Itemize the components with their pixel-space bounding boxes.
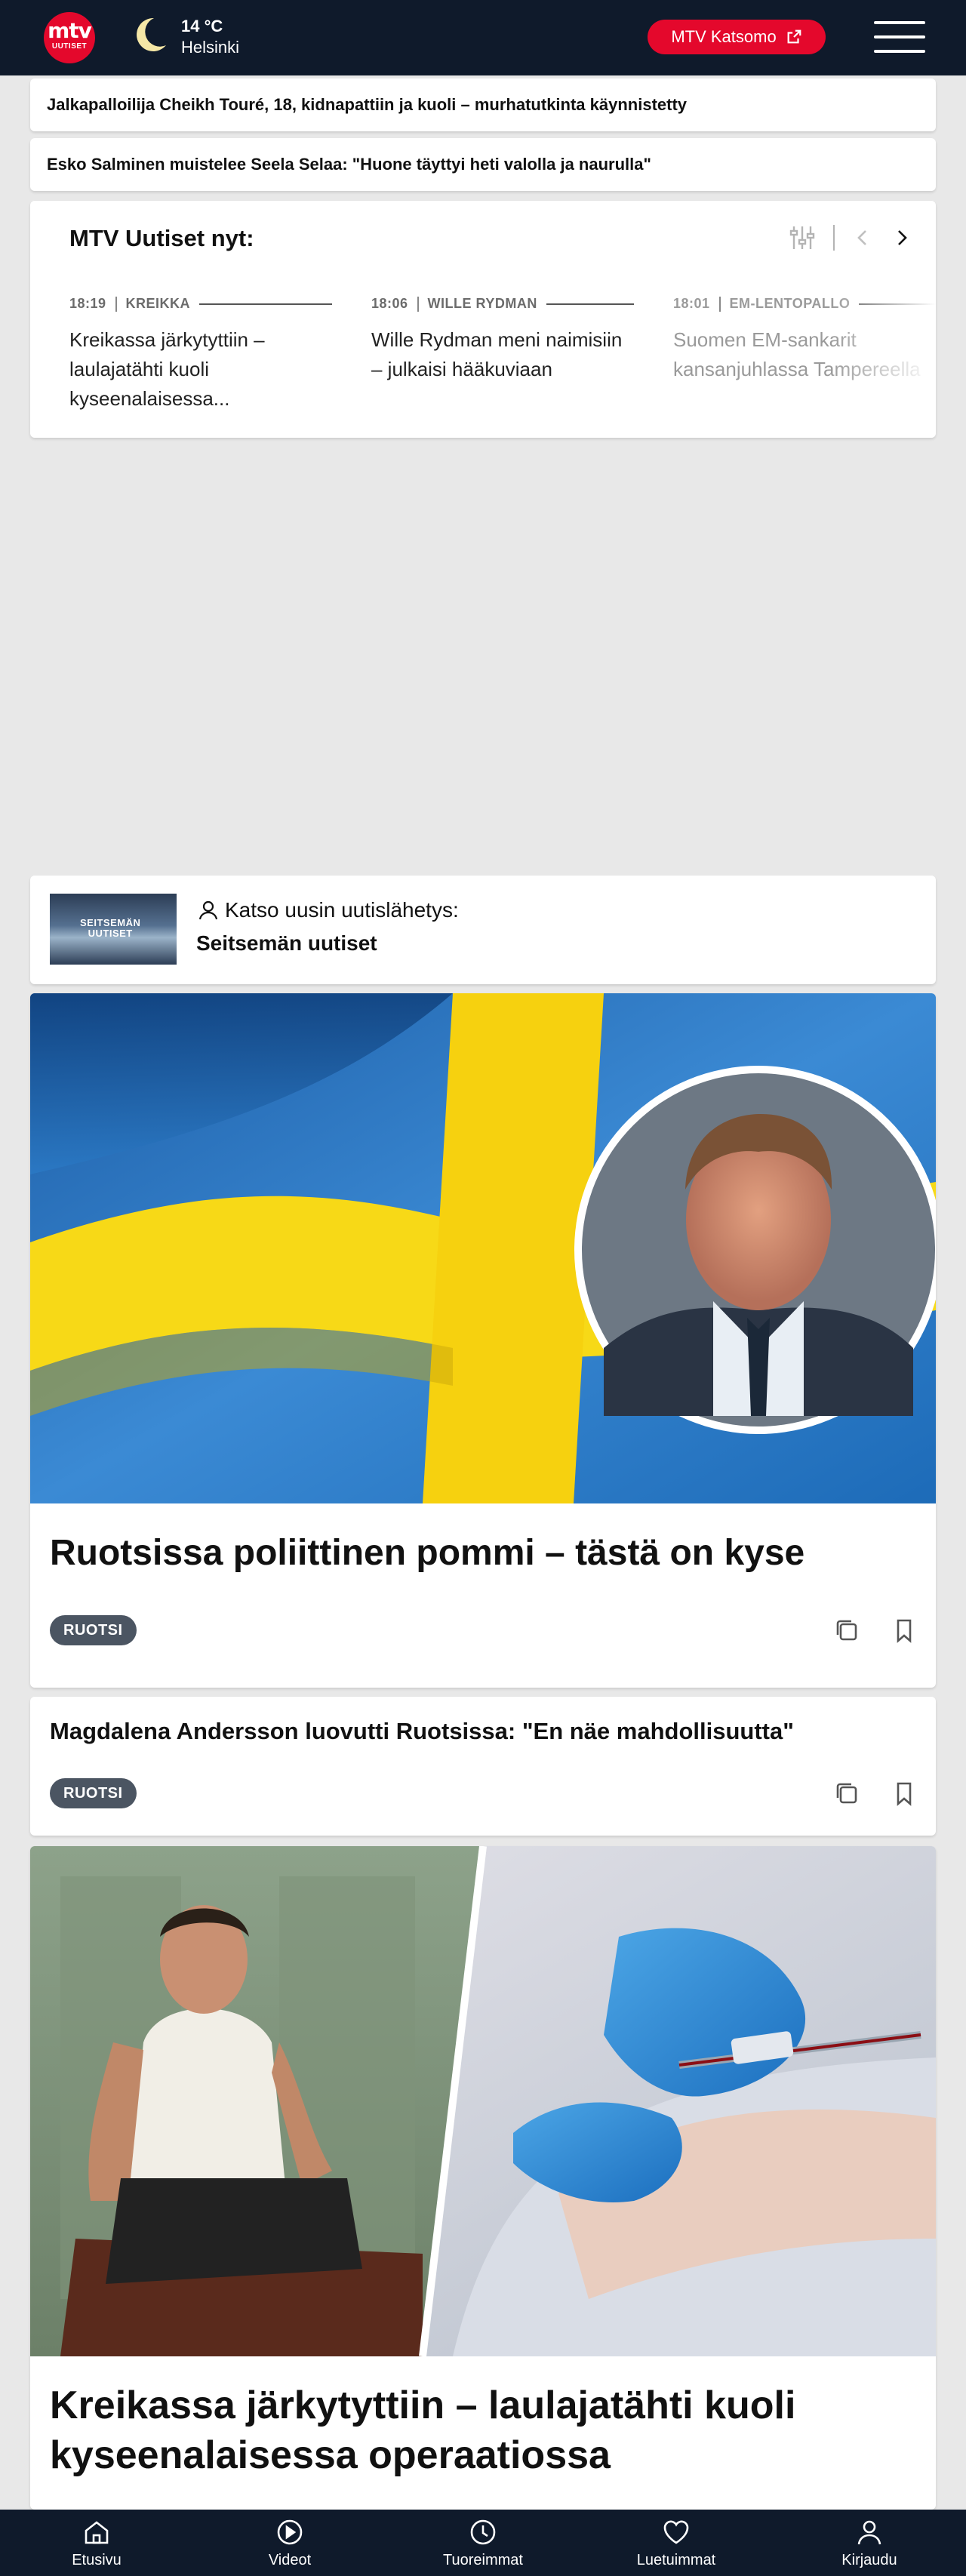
nav-label: Kirjaudu [841,2551,897,2568]
ticker-category: WILLE RYDMAN [427,296,537,311]
article-category-tag[interactable]: RUOTSI [50,1778,137,1808]
weather-city: Helsinki [181,38,240,57]
broadcast-kicker-text: Katso uusin uutislähetys: [225,898,459,922]
article-title[interactable]: Ruotsissa poliittinen pommi – tästä on k… [50,1532,804,1574]
chevron-left-icon[interactable] [851,226,874,249]
nav-label: Luetuimmat [636,2551,716,2568]
divider [833,225,835,251]
nav-videos[interactable]: Videot [193,2510,386,2576]
ticker-time: 18:19 [69,296,106,311]
article-title[interactable]: Magdalena Andersson luovutti Ruotsissa: … [50,1718,794,1745]
latest-broadcast-card[interactable]: SEITSEMÄN UUTISET Katso uusin uutislähet… [30,876,936,984]
article-title-line: kyseenalaisessa operaatiossa [50,2433,611,2477]
article-card[interactable]: Ruotsissa poliittinen pommi – tästä on k… [30,993,936,1688]
ticker-headline: Kreikassa järkytyttiin – laulajatähti ku… [69,328,265,410]
home-icon [85,2520,109,2544]
logo-text: mtv [48,18,92,43]
breaking-news-item[interactable]: Jalkapalloilija Cheikh Touré, 18, kidnap… [30,78,936,131]
article-category-tag[interactable]: RUOTSI [50,1615,137,1645]
article-image [30,1846,936,2356]
clock-icon [470,2519,496,2544]
filter-sliders-icon[interactable] [788,223,817,252]
katsomo-label: MTV Katsomo [671,27,777,46]
ticker-time: 18:06 [371,296,408,311]
broadcast-thumbnail: SEITSEMÄN UUTISET [50,894,177,965]
external-link-icon [787,29,801,44]
hamburger-menu-icon[interactable] [874,21,925,53]
ticker-controls [788,223,913,252]
ticker-list: 18:19 KREIKKA Kreikassa järkytyttiin – l… [69,296,936,414]
broadcast-title: Seitsemän uutiset [196,931,377,955]
moon-icon [137,17,166,51]
bookmark-icon[interactable] [889,1615,919,1645]
mtv-katsomo-button[interactable]: MTV Katsomo [648,20,826,54]
breaking-news-text: Jalkapalloilija Cheikh Touré, 18, kidnap… [47,95,688,114]
user-icon [857,2520,881,2544]
nav-most-read[interactable]: Luetuimmat [580,2510,773,2576]
mtv-uutiset-logo[interactable]: mtv UUTISET [44,12,95,63]
ticker-time: 18:01 [673,296,710,311]
copy-icon[interactable] [832,1615,862,1645]
ticker-item[interactable]: 18:19 KREIKKA Kreikassa järkytyttiin – l… [69,296,332,414]
ticker-meta: 18:06 WILLE RYDMAN [371,296,634,312]
article-image [30,993,936,1503]
ticker-item[interactable]: 18:06 WILLE RYDMAN Wille Rydman meni nai… [371,296,634,414]
ticker-fade [830,291,936,438]
ticker-meta: 18:19 KREIKKA [69,296,332,312]
nav-label: Videot [268,2551,312,2568]
article-title[interactable]: Kreikassa järkytyttiin – laulajatähti ku… [50,2381,795,2480]
top-header: mtv UUTISET 14 °C Helsinki MTV Katsomo [0,0,966,75]
nav-label: Etusivu [72,2551,122,2568]
nav-login[interactable]: Kirjaudu [773,2510,966,2576]
nav-home[interactable]: Etusivu [0,2510,193,2576]
ticker-category: KREIKKA [125,296,191,311]
bookmark-icon[interactable] [889,1778,919,1808]
copy-icon[interactable] [832,1778,862,1808]
play-icon [277,2519,303,2544]
nav-latest[interactable]: Tuoreimmat [386,2510,580,2576]
article-title-line: Kreikassa järkytyttiin – laulajatähti ku… [50,2384,796,2427]
nav-label: Tuoreimmat [443,2551,523,2568]
breaking-news-item[interactable]: Esko Salminen muistelee Seela Selaa: "Hu… [30,138,936,191]
user-icon [198,900,218,920]
ticker-headline: Wille Rydman meni naimisiin – julkaisi h… [371,328,623,380]
heart-icon [663,2520,689,2544]
broadcast-kicker: Katso uusin uutislähetys: [198,898,459,922]
chevron-right-icon[interactable] [891,226,913,249]
breaking-news-text: Esko Salminen muistelee Seela Selaa: "Hu… [47,155,651,174]
article-card[interactable]: Kreikassa järkytyttiin – laulajatähti ku… [30,1846,936,2510]
news-ticker-title: MTV Uutiset nyt: [69,225,254,251]
thumbnail-label: SEITSEMÄN [80,917,141,928]
logo-subtext: UUTISET [51,42,88,51]
weather-temperature: 14 °C [181,17,223,35]
news-ticker-card: MTV Uutiset nyt: 18:19 KREIKKA Kreikassa… [30,201,936,438]
thumbnail-label: UUTISET [88,928,133,939]
article-card[interactable]: Magdalena Andersson luovutti Ruotsissa: … [30,1697,936,1836]
advertisement[interactable] [282,459,684,860]
bottom-navigation: Etusivu Videot Tuoreimmat Luetuimmat Kir… [0,2510,966,2576]
